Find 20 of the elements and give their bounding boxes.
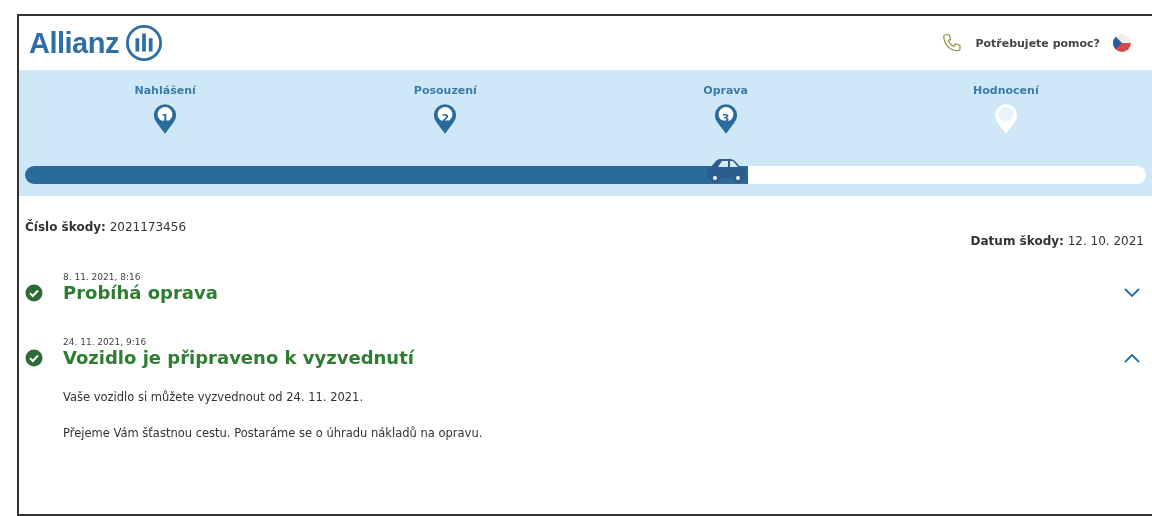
event-text: Vaše vozidlo si můžete vyzvednout od 24. 11. 2021. bbox=[63, 390, 365, 404]
step-label: Posouzení bbox=[413, 84, 477, 97]
logo-text: Allianz bbox=[29, 26, 119, 60]
help-link[interactable]: Potřebujete pomoc? bbox=[975, 36, 1100, 50]
event-date: 24. 11. 2021, 9:16 bbox=[63, 337, 148, 347]
chevron-icon[interactable] bbox=[1124, 352, 1140, 363]
step-label: Hodnocení bbox=[973, 84, 1039, 97]
claim-number: Číslo škody: 2021173456 bbox=[25, 220, 187, 236]
phone-icon[interactable] bbox=[941, 32, 964, 54]
logo-icon bbox=[124, 24, 163, 62]
chevron-icon[interactable] bbox=[1124, 287, 1140, 298]
flag-icon[interactable] bbox=[1112, 33, 1132, 53]
event-date: 8. 11. 2021, 8:16 bbox=[63, 272, 142, 282]
event-title[interactable]: Vozidlo je připraveno k vyzvednutí bbox=[63, 347, 1104, 368]
step-label: Nahlášení bbox=[134, 84, 196, 97]
event-text: Přejeme Vám šťastnou cestu. Postaráme se o úhradu nákladů na opravu. bbox=[63, 426, 484, 440]
claim-date: Datum škody: 12. 10. 2021 bbox=[970, 234, 1144, 248]
event-title[interactable]: Probíhá oprava bbox=[63, 282, 1104, 303]
car-icon bbox=[704, 156, 749, 184]
step-label: Oprava bbox=[703, 84, 748, 97]
